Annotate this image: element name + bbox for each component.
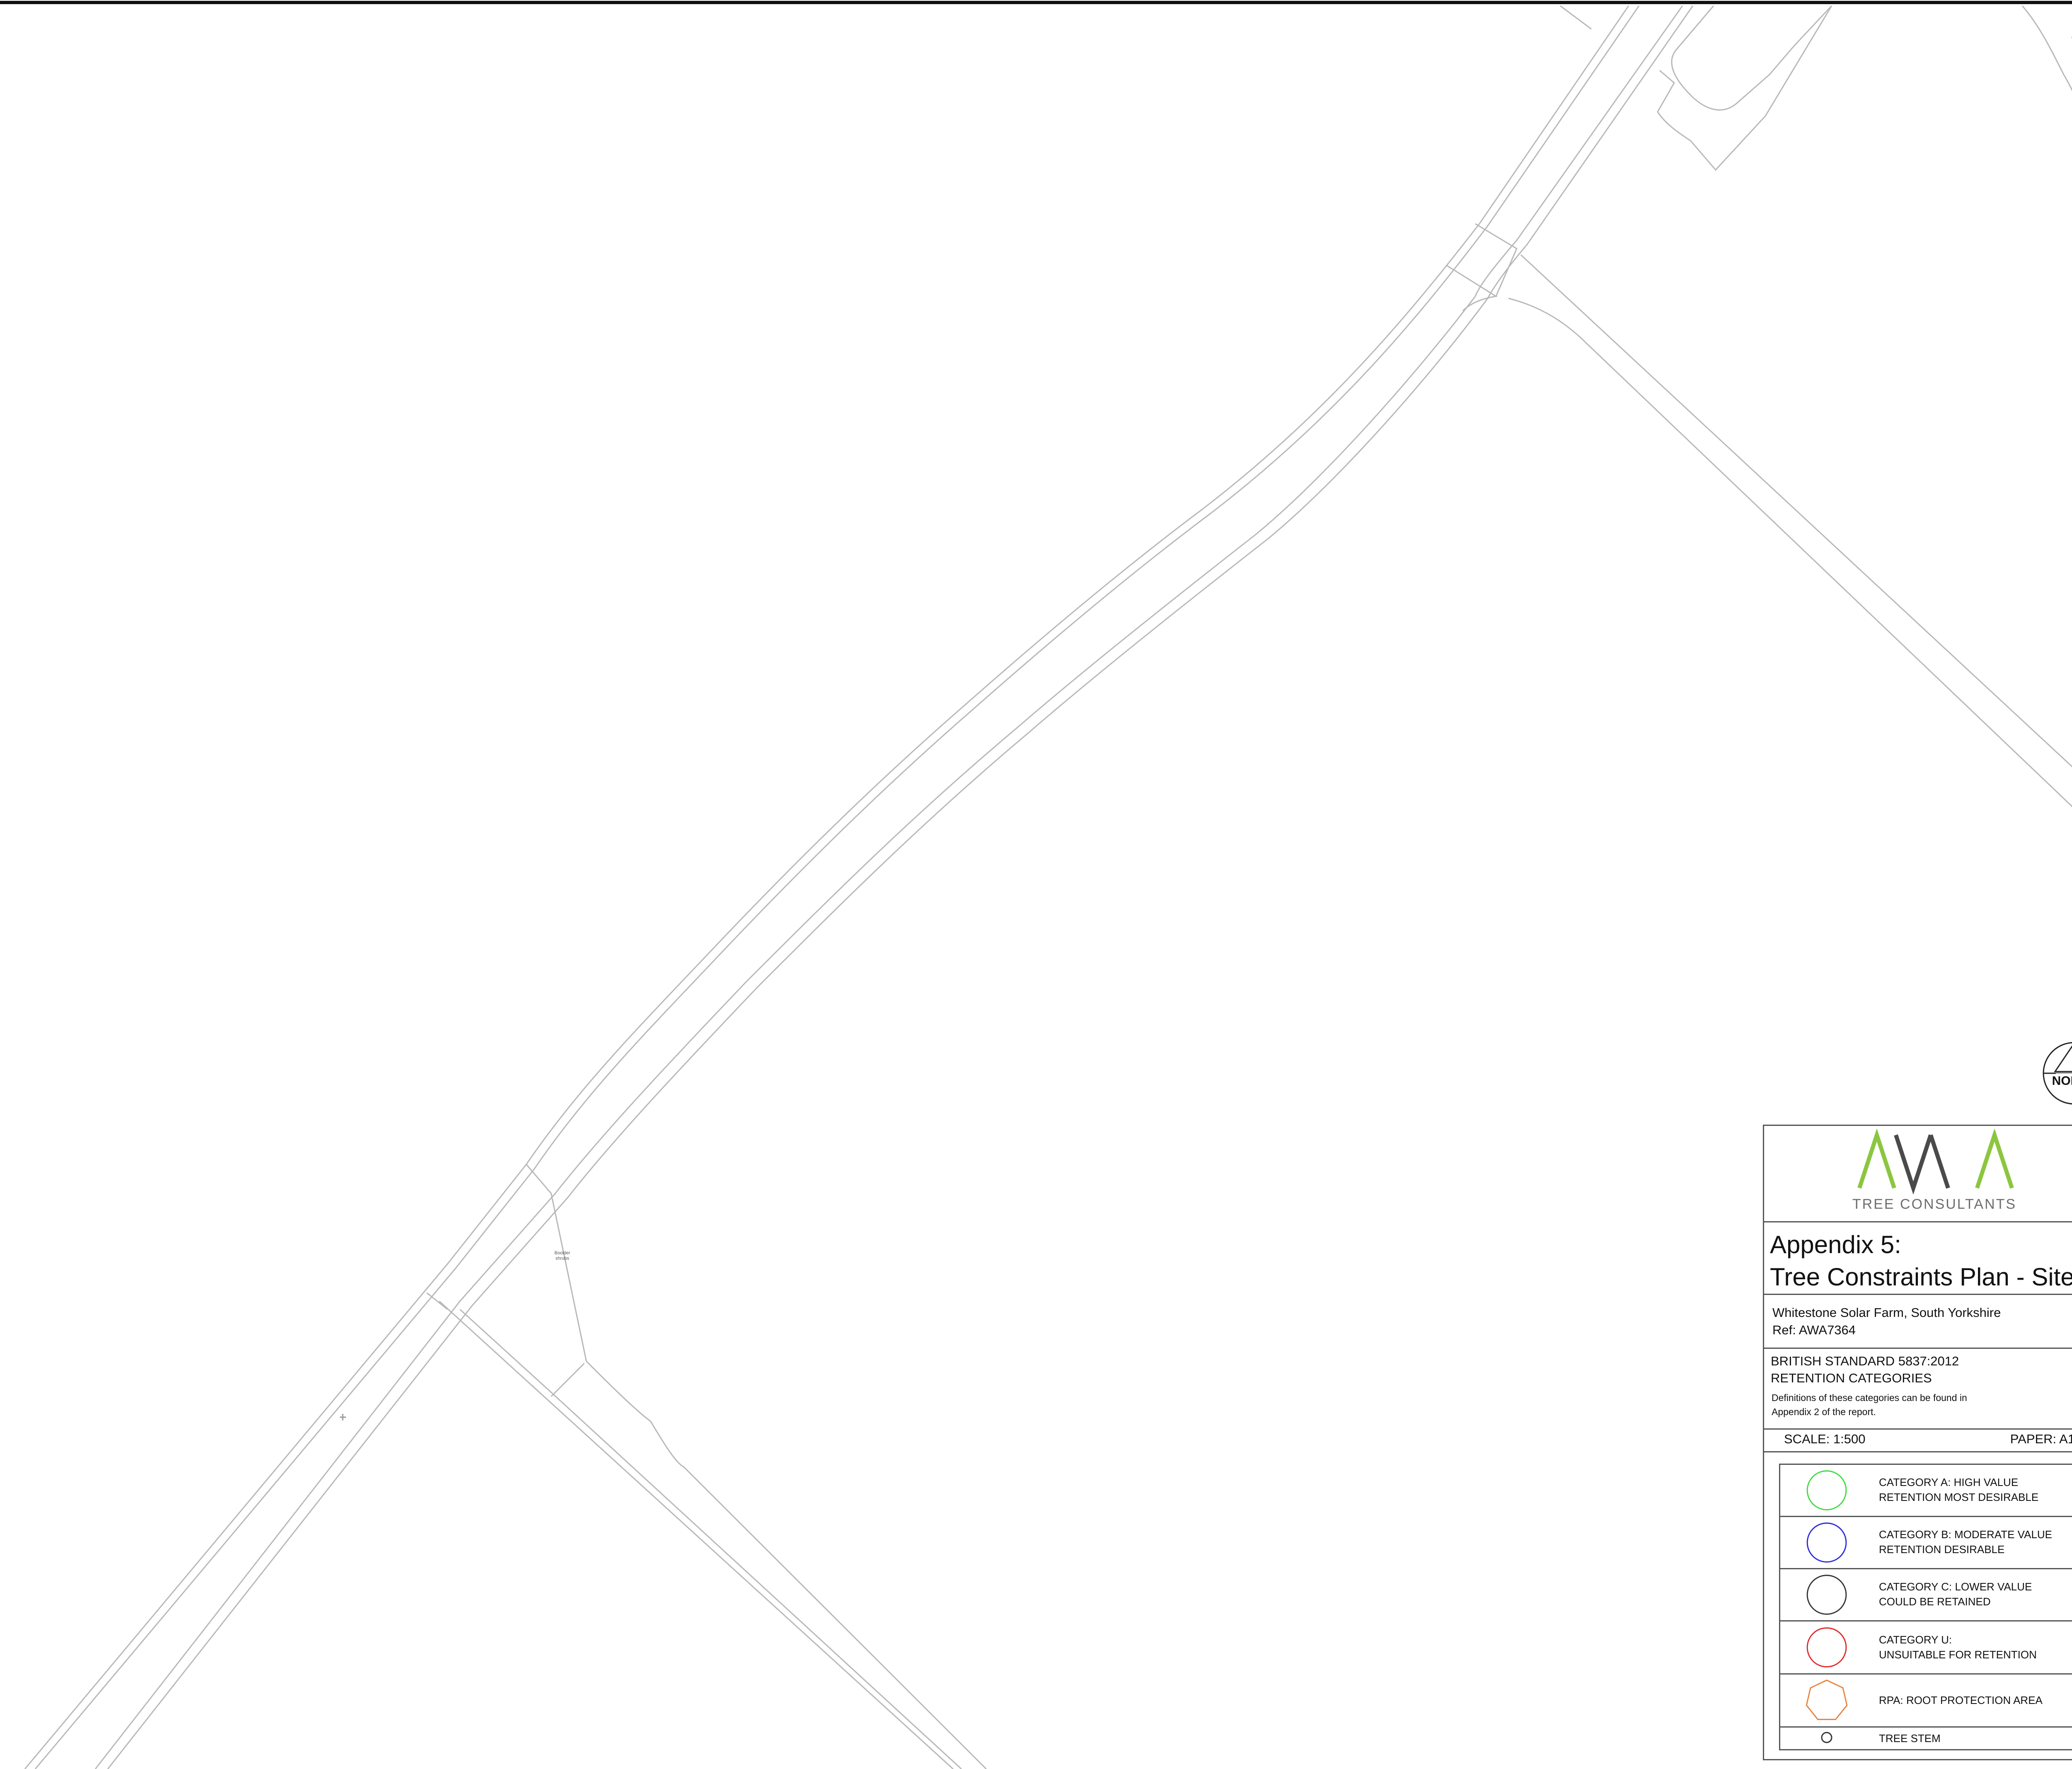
logo-cell: TREE CONSULTANTS [1764,1126,2072,1222]
scale-label: SCALE: 1:500 [1784,1432,1866,1446]
legend-item: CATEGORY U: UNSUITABLE FOR RETENTION [1780,1621,2072,1675]
standard-note: Definitions of these categories can be f… [1772,1392,1967,1417]
legend-line1: CATEGORY C: LOWER VALUE [1879,1580,2032,1593]
awa-logo-icon [1857,1128,2014,1195]
map-annotation: Boolder shrubs [548,1251,577,1261]
legend-line2: COULD BE RETAINED [1879,1595,1991,1608]
title-cell: Appendix 5: Tree Constraints Plan - Site… [1764,1221,2072,1295]
tree-stem-icon [1821,1732,1832,1743]
project-ref: Ref: AWA7364 [1772,1323,1856,1337]
north-label: NORTH [2052,1074,2072,1088]
legend-line1: CATEGORY U: [1879,1633,1952,1646]
legend-line1: RPA: ROOT PROTECTION AREA [1879,1694,2043,1706]
title-block: TREE CONSULTANTS Appendix 5: Tree Constr… [1763,1125,2072,1760]
legend-item: TREE STEM [1780,1728,2072,1749]
legend: CATEGORY A: HIGH VALUE RETENTION MOST DE… [1779,1464,2072,1750]
north-arrow: NORTH [2041,1040,2072,1108]
legend-item: CATEGORY B: MODERATE VALUE RETENTION DES… [1780,1517,2072,1569]
legend-line2: RETENTION MOST DESIRABLE [1879,1491,2039,1503]
legend-line2: UNSUITABLE FOR RETENTION [1879,1648,2037,1661]
standard-cell: BRITISH STANDARD 5837:2012 RETENTION CAT… [1764,1348,2072,1430]
paper-label: PAPER: A1 [2010,1432,2072,1446]
category-b-circle-icon [1806,1522,1847,1563]
standard-line1: BRITISH STANDARD 5837:2012 [1771,1354,1959,1368]
drawing-title-line2: Tree Constraints Plan - Site 36 [1770,1263,2072,1291]
project-cell: Whitestone Solar Farm, South Yorkshire R… [1764,1294,2072,1349]
standard-line2: RETENTION CATEGORIES [1771,1371,1932,1385]
map-annotation-line1: Boolder [554,1251,570,1256]
category-c-circle-icon [1806,1575,1847,1615]
map-annotation-line2: shrubs [555,1256,569,1261]
legend-line1: CATEGORY A: HIGH VALUE [1879,1476,2019,1488]
legend-item: RPA: ROOT PROTECTION AREA [1780,1675,2072,1728]
legend-line1: CATEGORY B: MODERATE VALUE [1879,1528,2053,1541]
legend-line2: RETENTION DESIRABLE [1879,1543,2005,1556]
rpa-heptagon-icon [1806,1679,1848,1720]
legend-item: CATEGORY C: LOWER VALUE COULD BE RETAINE… [1780,1569,2072,1621]
logo-subtitle: TREE CONSULTANTS [1852,1196,2017,1212]
legend-line1: TREE STEM [1879,1732,1941,1745]
drawing-title-line1: Appendix 5: [1770,1231,1901,1258]
site-map [0,1,2072,1769]
category-u-circle-icon [1806,1627,1847,1667]
category-a-circle-icon [1806,1470,1847,1510]
scale-cell: SCALE: 1:500 PAPER: A1 [1764,1428,2072,1452]
legend-item: CATEGORY A: HIGH VALUE RETENTION MOST DE… [1780,1465,2072,1517]
project-name: Whitestone Solar Farm, South Yorkshire [1772,1305,2001,1320]
north-arrow-icon [2043,1042,2072,1105]
